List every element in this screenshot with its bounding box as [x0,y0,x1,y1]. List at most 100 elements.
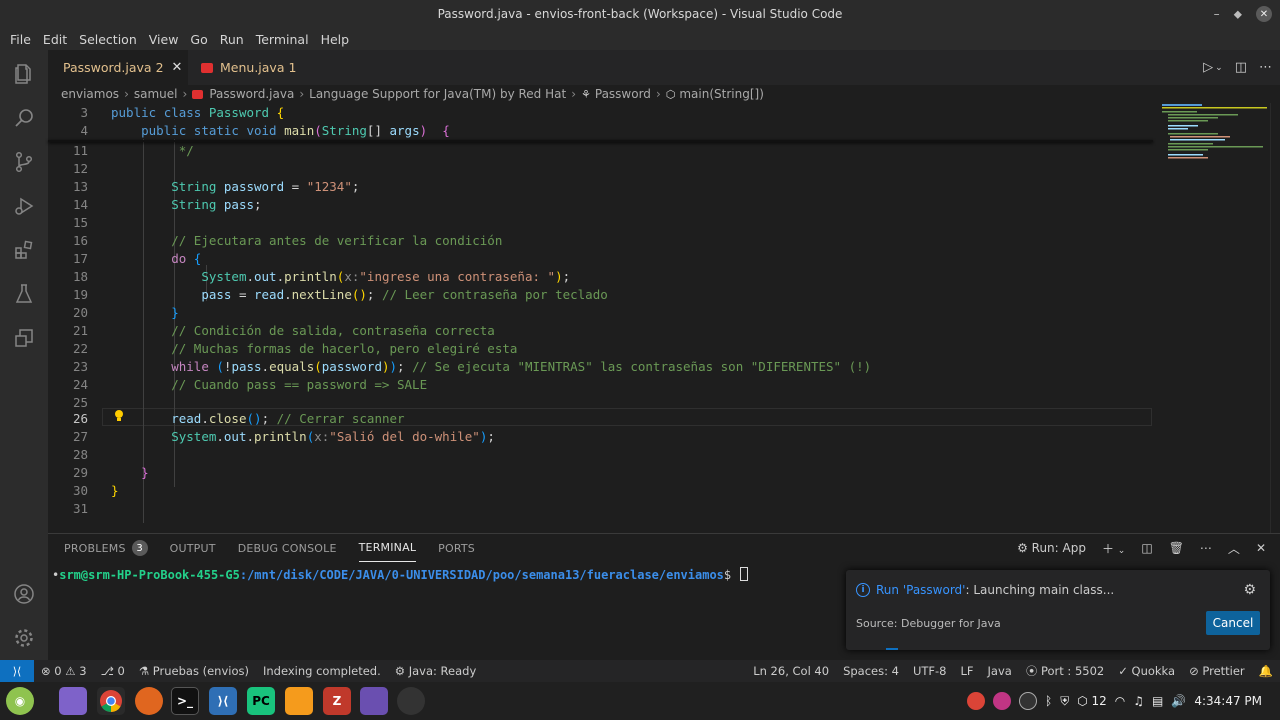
menu-terminal[interactable]: Terminal [250,32,315,47]
language-mode[interactable]: Java [981,664,1019,678]
accounts-icon[interactable] [0,572,48,616]
split-editor-icon[interactable]: ◫ [1235,60,1247,75]
indentation[interactable]: Spaces: 4 [836,664,906,678]
pycharm-icon[interactable]: PC [247,687,275,715]
manage-gear-icon[interactable] [0,616,48,660]
code-line[interactable]: 18 System.out.println(x:"ingrese una con… [48,267,1158,285]
obsidian-icon[interactable] [360,687,388,715]
tab-terminal[interactable]: TERMINAL [358,534,417,562]
tab-output[interactable]: OUTPUT [170,534,216,562]
java-status[interactable]: ⚙ Java: Ready [388,664,484,678]
code-line[interactable]: 29 } [48,463,1158,481]
code-line[interactable]: 30} [48,481,1158,499]
filezilla-icon[interactable]: Z [323,687,351,715]
chevron-down-icon[interactable]: ⌄ [1215,63,1223,73]
firefox-tray-icon[interactable] [992,692,1011,710]
close-panel-icon[interactable]: ✕ [1256,541,1266,555]
line-ending[interactable]: LF [953,664,980,678]
vscode-app-icon[interactable]: ⟩⟨ [209,687,237,715]
breadcrumb-provider[interactable]: Language Support for Java(TM) by Red Hat [309,87,566,101]
tab-debug-console[interactable]: DEBUG CONSOLE [238,534,337,562]
tab-ports[interactable]: PORTS [438,534,475,562]
clipboard-icon[interactable]: ▤ [1152,694,1163,708]
wifi-icon[interactable]: ◠ [1115,694,1125,708]
explorer-icon[interactable] [0,52,48,96]
code-line[interactable]: 24 // Cuando pass == password => SALE [48,375,1158,393]
brave-icon[interactable] [135,687,163,715]
notification-gear-icon[interactable]: ⚙ [1243,582,1256,598]
search-icon[interactable] [0,96,48,140]
more-actions-icon[interactable]: ⋯ [1259,60,1272,75]
new-terminal-icon[interactable]: ＋ ⌄ [1102,540,1125,557]
code-line[interactable]: 23 while (!pass.equals(password)); // Se… [48,357,1158,375]
breadcrumb-file[interactable]: Password.java [209,87,294,101]
tab-problems[interactable]: PROBLEMS 3 [64,534,148,562]
test-status[interactable]: ⚗ Pruebas (envios) [132,664,256,678]
code-line[interactable]: 13 String password = "1234"; [48,177,1158,195]
close-tab-icon[interactable]: ✕ [172,60,183,75]
code-line[interactable]: 12 [48,159,1158,177]
code-line[interactable]: 27 System.out.println(x:"Salió del do-wh… [48,427,1158,445]
close-window-button[interactable]: ✕ [1256,6,1272,22]
menu-file[interactable]: File [4,32,37,47]
files-folder-icon[interactable] [59,687,87,715]
run-debug-icon[interactable] [0,184,48,228]
music-icon[interactable]: ♫ [1133,694,1144,708]
updates-icon[interactable]: ⬡ 12 [1077,694,1107,708]
testing-icon[interactable] [0,272,48,316]
terminal-output[interactable]: •srm@srm-HP-ProBook-455-G5:/mnt/disk/COD… [52,567,749,582]
code-line[interactable]: 15 [48,213,1158,231]
prettier-status[interactable]: ⊘ Prettier [1182,664,1252,678]
code-line[interactable]: 22 // Muchas formas de hacerlo, pero ele… [48,339,1158,357]
menu-go[interactable]: Go [184,32,213,47]
code-line[interactable]: 17 do { [48,249,1158,267]
run-config-selector[interactable]: ⚙ Run: App [1017,541,1086,555]
bluetooth-icon[interactable]: ᛒ [1045,694,1052,708]
maximize-panel-icon[interactable]: ︿ [1228,540,1240,557]
editor-scrollbar[interactable] [1270,103,1280,533]
tab-menu-java[interactable]: Menu.java 1 [193,50,318,85]
clock[interactable]: 4:34:47 PM [1194,694,1262,708]
quokka-status[interactable]: ✓ Quokka [1111,664,1182,678]
menu-help[interactable]: Help [315,32,356,47]
breadcrumb-folder[interactable]: enviamos [61,87,119,101]
minimap[interactable] [1160,103,1270,163]
cursor-position[interactable]: Ln 26, Col 40 [746,664,836,678]
live-server-port[interactable]: ⦿ Port : 5502 [1019,663,1111,679]
code-line[interactable]: 26 read.close(); // Cerrar scanner [48,409,1158,427]
code-editor[interactable]: 3 public class Password {4 public static … [48,103,1280,533]
problems-status[interactable]: ⊗ 0 ⚠ 3 [34,664,94,678]
code-line[interactable]: 11 */ [48,141,1158,159]
remote-indicator[interactable]: ⟩⟨ [0,660,34,682]
breadcrumb-method[interactable]: main(String[]) [679,87,764,101]
source-control-icon[interactable] [0,140,48,184]
code-line[interactable]: 19 pass = read.nextLine(); // Leer contr… [48,285,1158,303]
mint-menu-icon[interactable]: ◉ [6,687,34,715]
tab-password-java[interactable]: Password.java 2 ✕ [48,50,188,85]
sublime-icon[interactable] [285,687,313,715]
chrome-icon[interactable] [97,687,125,715]
menu-edit[interactable]: Edit [37,32,73,47]
code-line[interactable]: 14 String pass; [48,195,1158,213]
code-line[interactable]: 4 public static void main(String[] args)… [48,121,1158,139]
obs-icon[interactable] [397,687,425,715]
breadcrumb-class[interactable]: Password [595,87,651,101]
shield-icon[interactable]: ⛨ [1060,694,1069,709]
remote-explorer-icon[interactable] [0,316,48,360]
menu-view[interactable]: View [143,32,185,47]
volume-icon[interactable]: 🔊 [1171,694,1186,708]
menu-selection[interactable]: Selection [73,32,143,47]
code-line[interactable]: 20 } [48,303,1158,321]
obs-tray-icon[interactable] [1018,692,1037,710]
more-actions-icon[interactable]: ⋯ [1200,541,1212,555]
chrome-tray-icon[interactable] [966,692,985,710]
split-terminal-icon[interactable]: ◫ [1141,541,1152,555]
terminal-app-icon[interactable]: >_ [171,687,199,715]
run-java-icon[interactable]: ▷ [1203,60,1213,75]
code-line[interactable]: 31 [48,499,1158,517]
info-status[interactable]: ⎇ 0 [94,664,132,678]
extensions-icon[interactable] [0,228,48,272]
minimize-button[interactable]: – [1214,7,1220,21]
breadcrumb-folder[interactable]: samuel [134,87,178,101]
trash-icon[interactable]: 🗑 [1169,541,1184,555]
